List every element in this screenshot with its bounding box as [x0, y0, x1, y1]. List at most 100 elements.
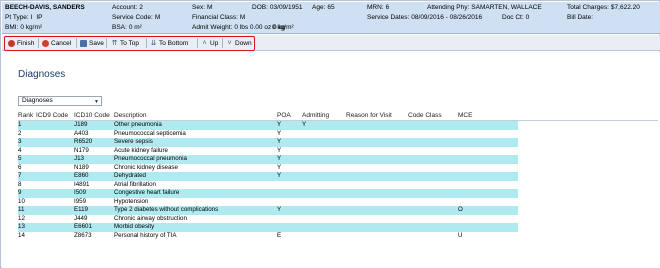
table-row[interactable]: 9 I509 Congestive heart failure [18, 189, 518, 198]
financial-class-label: Financial Class: [192, 14, 238, 21]
total-charges-label: Total Charges: [567, 4, 609, 11]
cell-icd10-code: I959 [74, 197, 87, 205]
column-header-icd10-code[interactable]: ICD10 Code [74, 112, 110, 119]
up-button[interactable]: ˄ Up [201, 38, 218, 48]
dob-label: DOB: [252, 4, 268, 11]
cell-rank: 6 [18, 163, 22, 171]
cell-icd10-code: E119 [74, 206, 88, 213]
cell-rank: 11 [18, 206, 25, 213]
column-header-description[interactable]: Description [114, 112, 147, 119]
cell-description: Dehydrated [114, 172, 146, 179]
cell-rank: 13 [18, 223, 25, 230]
save-button[interactable]: Save [80, 38, 104, 48]
mrn-label: MRN: [367, 4, 384, 11]
cell-poa: E [277, 231, 282, 239]
patient-name: BEECH-DAVIS, SANDERS [5, 4, 85, 11]
account-value: 2 [139, 4, 143, 11]
down-button[interactable]: ˅ Down [226, 38, 251, 48]
cell-icd10-code: I509 [74, 189, 87, 196]
cell-icd10-code: I4891 [74, 180, 90, 188]
to-top-button[interactable]: ⇈ To Top [111, 38, 139, 48]
cell-description: Type 2 diabetes without complications [114, 206, 219, 213]
cell-rank: 5 [18, 155, 22, 162]
sex-label: Sex: [192, 4, 206, 11]
table-row[interactable]: 1 J189 Other pneumonia Y Y [18, 121, 518, 130]
to-top-label: To Top [120, 39, 140, 47]
sex-field: Sex: M [192, 4, 212, 12]
doc-ct-value: 0 [525, 14, 530, 21]
cell-description: Atrial fibrillation [114, 180, 156, 188]
cell-poa: Y [277, 138, 282, 145]
cell-description: Acute kidney failure [114, 146, 168, 154]
cell-admitting: Y [302, 121, 307, 128]
dob-value: 03/09/1951 [269, 4, 303, 11]
cell-rank: 1 [18, 121, 22, 128]
cell-icd10-code: E860 [74, 172, 89, 179]
cell-description: Chronic airway obstruction [114, 214, 187, 222]
cancel-icon [42, 39, 49, 47]
table-row[interactable]: 6 N189 Chronic kidney disease Y [18, 164, 518, 173]
save-label: Save [89, 39, 104, 47]
table-row[interactable]: 10 I959 Hypotension [18, 198, 518, 207]
table-row[interactable]: 11 E119 Type 2 diabetes without complicati… [18, 206, 518, 215]
table-row[interactable]: 12 J449 Chronic airway obstruction [18, 215, 518, 224]
cancel-button[interactable]: Cancel [42, 38, 71, 48]
pttype-field: Pt Type: I IP [5, 14, 43, 22]
diagnoses-panel: Diagnoses Diagnoses ▼ Rank ICD9 Code ICD10… [2, 52, 660, 268]
table-row[interactable]: 7 E860 Dehydrated Y [18, 172, 518, 181]
cell-description: Hypotension [114, 197, 149, 205]
service-code-label: Service Code: [112, 14, 153, 21]
table-row[interactable]: 3 R6520 Severe sepsis Y [18, 138, 518, 147]
cell-poa: Y [277, 172, 282, 179]
cell-mce: U [458, 231, 463, 239]
bmi-value: 0 kg/m² [20, 24, 43, 31]
table-row[interactable]: 4 N179 Acute kidney failure Y [18, 147, 518, 156]
cell-description: Other pneumonia [114, 121, 162, 128]
column-header-code-class[interactable]: Code Class [408, 112, 442, 119]
table-row[interactable]: 5 J13 Pneumococcal pneumonia Y [18, 155, 518, 164]
cell-rank: 2 [18, 129, 22, 137]
chevron-down-icon: ˅ [227, 39, 232, 47]
to-bottom-button[interactable]: ⇊ To Bottom [150, 38, 189, 48]
cell-rank: 10 [18, 197, 25, 205]
toolbar: Finish Cancel Save ⇈ To Top ⇊ To Bottom … [2, 35, 660, 51]
attending-label: Attending Phy: [427, 4, 470, 11]
bmi-label: BMI: [5, 24, 19, 31]
cell-rank: 14 [18, 231, 25, 239]
column-header-admitting[interactable]: Admitting [302, 112, 329, 119]
account-field: Account: 2 [112, 4, 143, 12]
column-header-reason-for-visit[interactable]: Reason for Visit [346, 112, 392, 119]
financial-class-value: M [239, 14, 246, 21]
toolbar-separator [222, 38, 223, 48]
table-row[interactable]: 14 Z8673 Personal history of TIA E U [18, 232, 518, 241]
diagnoses-dropdown[interactable]: Diagnoses ▼ [18, 96, 102, 106]
bill-date-field: Bill Date: [567, 14, 595, 22]
cell-description: Severe sepsis [114, 138, 153, 145]
financial-class-field: Financial Class: M [192, 14, 245, 22]
cell-description: Pneumococcal septicemia [114, 129, 186, 137]
cell-icd10-code: N179 [74, 146, 89, 154]
service-code-field: Service Code: M [112, 14, 160, 22]
admit-extra: 0 kg/m² [272, 24, 294, 31]
toolbar-separator [197, 38, 198, 48]
table-row[interactable]: 13 E6601 Morbid obesity [18, 223, 518, 232]
column-header-rank[interactable]: Rank [18, 112, 33, 119]
column-header-mce[interactable]: MCE [458, 112, 472, 119]
table-row[interactable]: 8 I4891 Atrial fibrillation [18, 181, 518, 190]
service-dates-value: 08/09/2016 - 08/26/2016 [411, 14, 483, 21]
cell-poa: Y [277, 163, 282, 171]
cell-rank: 9 [18, 189, 22, 196]
table-row[interactable]: 2 A403 Pneumococcal septicemia Y [18, 130, 518, 139]
toolbar-separator [76, 38, 77, 48]
cell-poa: Y [277, 129, 282, 137]
cell-rank: 8 [18, 180, 22, 188]
column-header-poa[interactable]: POA [277, 112, 291, 119]
service-dates-label: Service Dates: [367, 14, 410, 21]
cell-icd10-code: Z8673 [74, 231, 92, 239]
cell-mce: O [458, 206, 463, 213]
app-window: BEECH-DAVIS, SANDERS Account: 2 Sex: M DOB… [0, 0, 660, 268]
finish-button[interactable]: Finish [8, 38, 34, 48]
column-header-icd9-code[interactable]: ICD9 Code [36, 112, 68, 119]
bsa-label: BSA: [112, 24, 127, 31]
account-label: Account: [112, 4, 138, 11]
